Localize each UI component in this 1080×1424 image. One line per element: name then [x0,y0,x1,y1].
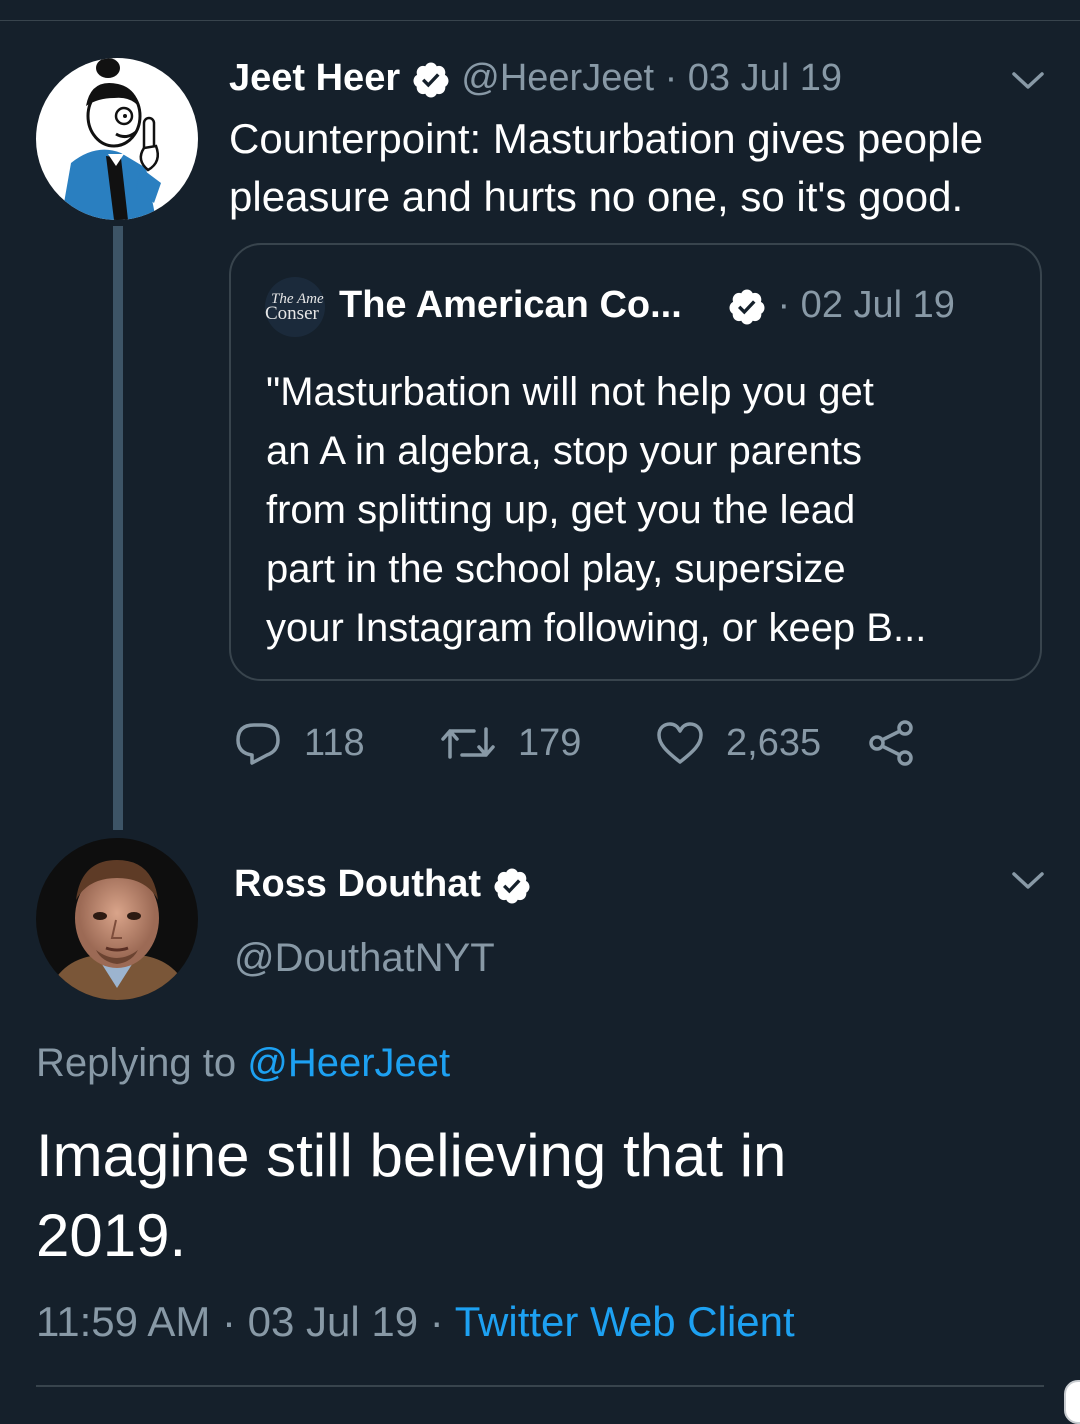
like-button[interactable]: 2,635 [656,718,821,768]
tweet2-client[interactable]: Twitter Web Client [455,1298,795,1345]
scroll-indicator[interactable] [1064,1380,1080,1424]
top-divider [0,20,1080,21]
quote-line: your Instagram following, or keep B... [266,606,927,650]
jeet-heer-avatar[interactable] [36,58,198,220]
reply-button[interactable]: 118 [234,718,365,768]
avatar-text-line2: Conser [265,303,320,324]
tweet2-time: 11:59 AM · 03 Jul 19 · [36,1298,455,1345]
replying-to-link[interactable]: @HeerJeet [247,1041,450,1085]
american-conservative-avatar: The Ame Conser [265,277,325,337]
verified-badge-icon [729,289,765,325]
quote-line: "Masturbation will not help you get [266,370,874,414]
replying-prefix: Replying to [36,1041,248,1085]
retweet-icon [441,727,495,759]
retweet-button[interactable]: 179 [440,718,581,768]
verified-badge-icon [494,868,530,904]
reply-icon [236,723,280,765]
quote-line: part in the school play, supersize [266,547,846,591]
quote-date[interactable]: · 02 Jul 19 [777,284,954,326]
verified-badge-icon [413,62,449,98]
tweet1-name[interactable]: Jeet Heer [229,57,400,99]
tweet1-handle[interactable]: @HeerJeet [461,57,654,99]
ross-douthat-avatar[interactable] [36,838,198,1000]
quoted-tweet-card[interactable]: The Ame Conser The American Co... · 02 J… [229,243,1042,681]
chevron-down-icon[interactable] [1011,70,1045,92]
like-icon [657,722,703,764]
quote-line: from splitting up, get you the lead [266,488,856,532]
tweet1-author[interactable]: Jeet Heer @HeerJeet · 03 Jul 19 [229,56,842,100]
tweet2-text: Imagine still believing that in 2019. [36,1116,786,1276]
retweet-count: 179 [518,721,582,764]
share-icon [869,720,913,766]
chevron-down-icon[interactable] [1011,870,1045,892]
bottom-divider [36,1385,1044,1387]
tweet1-text-line2: pleasure and hurts no one, so it's good. [229,173,964,220]
reply-count: 118 [304,721,365,764]
tweet1-text: Counterpoint: Masturbation gives people … [229,110,983,226]
like-count: 2,635 [726,721,822,764]
thread-line [113,226,123,830]
tweet2-handle[interactable]: @DouthatNYT [234,934,495,982]
tweet2-name[interactable]: Ross Douthat [234,863,481,905]
quote-line: an A in algebra, stop your parents [266,429,862,473]
tweet1-date[interactable]: · 03 Jul 19 [665,57,842,99]
quote-name[interactable]: The American Co... [339,284,682,326]
tweet2-text-line1: Imagine still believing that in [36,1122,787,1189]
tweet2-text-line2: 2019. [36,1202,187,1269]
share-button[interactable] [867,718,939,768]
tweet2-author[interactable]: Ross Douthat [234,860,532,908]
tweet1-text-line1: Counterpoint: Masturbation gives people [229,115,984,162]
quote-text: "Masturbation will not help you get an A… [266,363,926,658]
tweet2-meta: 11:59 AM · 03 Jul 19 · Twitter Web Clien… [36,1296,795,1348]
quote-header: The American Co... · 02 Jul 19 [339,281,955,329]
replying-to: Replying to @HeerJeet [36,1038,450,1088]
